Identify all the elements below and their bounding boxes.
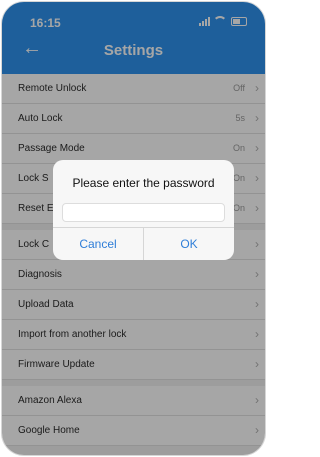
phone-screen: 16:15 ← Settings Remote Unlock Off › Aut… — [2, 2, 265, 455]
dialog-button-bar: Cancel OK — [53, 227, 234, 260]
cancel-button[interactable]: Cancel — [53, 228, 144, 260]
ok-button[interactable]: OK — [144, 228, 234, 260]
password-dialog: Please enter the password Cancel OK — [53, 160, 234, 260]
dialog-title: Please enter the password — [72, 176, 215, 190]
password-input[interactable] — [62, 203, 225, 222]
